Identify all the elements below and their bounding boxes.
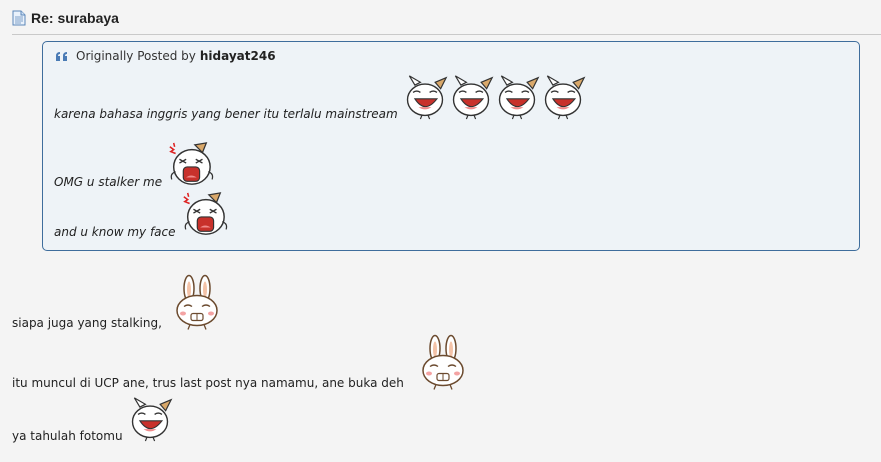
laughing-cat-smiley-icon	[540, 72, 586, 122]
post-body-text: ya tahulah fotomu	[12, 429, 123, 443]
laughing-cat-smiley-icon	[127, 394, 173, 444]
post-page: Re: surabaya Originally Posted by hidaya…	[0, 0, 881, 462]
quote-line-text: karena bahasa inggris yang bener itu ter…	[54, 107, 398, 121]
shouting-face-smiley-icon	[166, 140, 214, 190]
quote-header: Originally Posted by hidayat246	[55, 49, 276, 63]
grinning-bunny-smiley-icon	[172, 273, 222, 331]
quote-line: OMG u stalker me	[54, 140, 214, 190]
quote-line: karena bahasa inggris yang bener itu ter…	[54, 72, 586, 122]
post-body-line: ya tahulah fotomu	[12, 394, 173, 444]
post-title: Re: surabaya	[12, 10, 119, 26]
quote-line-text: and u know my face	[54, 225, 176, 239]
quote-line: and u know my face	[54, 190, 228, 240]
post-body-text: itu muncul di UCP ane, trus last post ny…	[12, 376, 404, 390]
shouting-face-smiley-icon	[180, 190, 228, 240]
laughing-cat-smiley-icon	[448, 72, 494, 122]
post-title-text: Re: surabaya	[31, 10, 119, 26]
document-icon	[12, 10, 26, 26]
laughing-cat-smiley-icon	[494, 72, 540, 122]
title-divider	[12, 34, 881, 35]
post-body-line: siapa juga yang stalking,	[12, 273, 222, 331]
laughing-cat-smiley-icon	[402, 72, 448, 122]
grinning-bunny-smiley-icon	[418, 333, 468, 391]
post-body-text: siapa juga yang stalking,	[12, 316, 162, 330]
quote-box: Originally Posted by hidayat246 karena b…	[42, 41, 860, 251]
quote-line-text: OMG u stalker me	[54, 175, 163, 189]
quote-author[interactable]: hidayat246	[200, 49, 276, 63]
post-body-line: itu muncul di UCP ane, trus last post ny…	[12, 333, 468, 391]
quote-icon	[56, 51, 67, 61]
quote-prefix: Originally Posted by	[76, 49, 196, 63]
